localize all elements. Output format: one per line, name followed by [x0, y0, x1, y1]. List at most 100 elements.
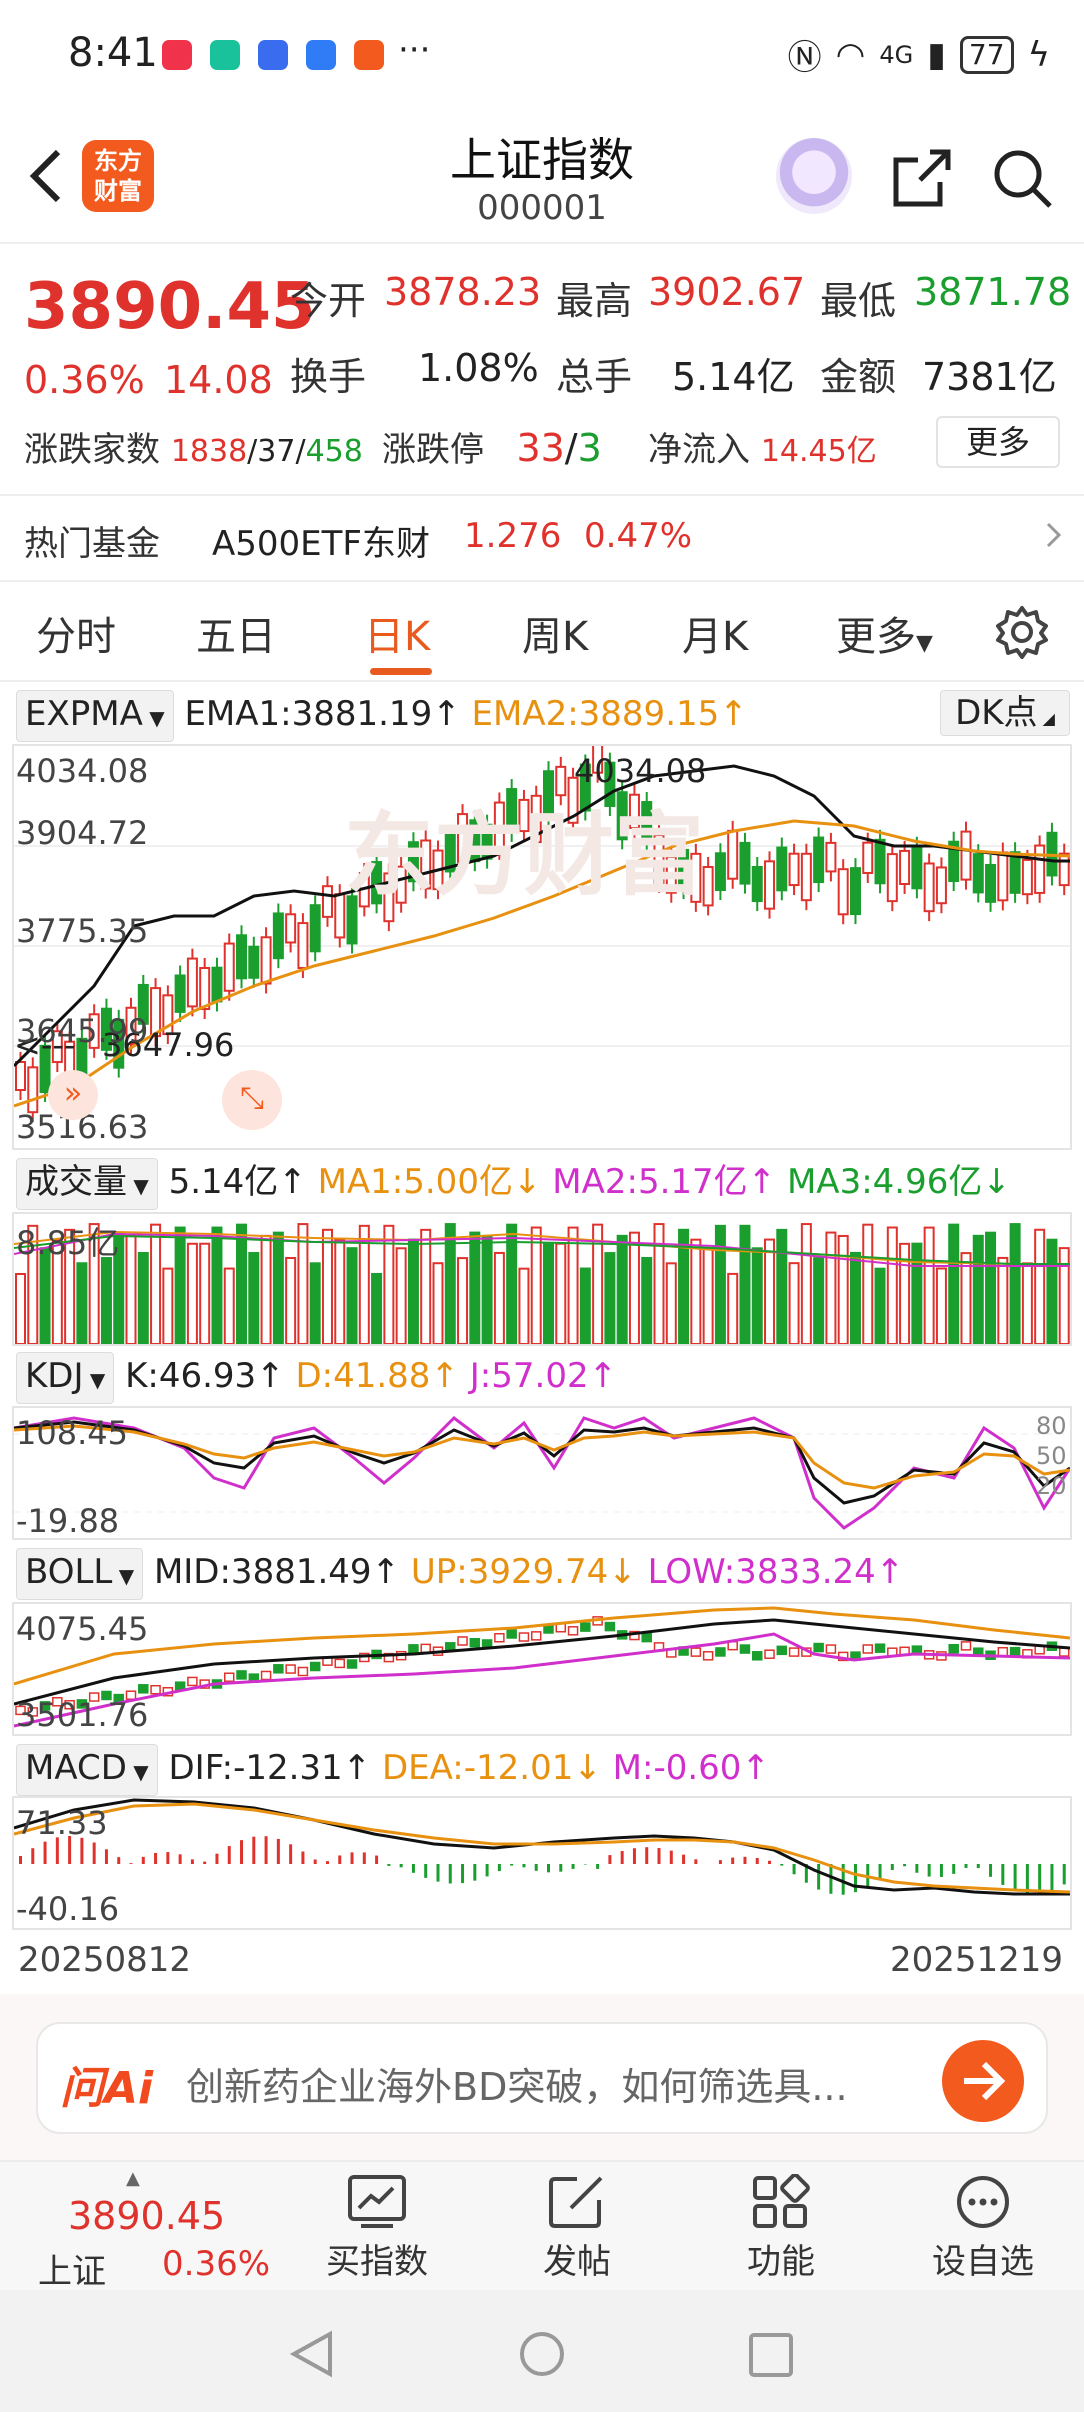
macd-chart: 71.33 -40.16: [12, 1796, 1072, 1930]
boll-candle: [604, 1621, 616, 1632]
limit-stats: 涨跌停 33/3: [382, 426, 602, 470]
volume-bar: [837, 1234, 849, 1344]
wifi-icon: ◠: [835, 34, 866, 75]
kdj-d-line: [14, 1424, 1070, 1490]
candle: [813, 836, 825, 884]
dk-point-button[interactable]: DK点 ◢: [940, 690, 1070, 736]
more-button[interactable]: 更多: [936, 416, 1060, 468]
ai-ask-bar[interactable]: 问Ai 创新药企业海外BD突破，如何筛选具...: [36, 2022, 1048, 2134]
app-notification-icon: [258, 40, 288, 70]
volume-bar: [739, 1224, 751, 1344]
candle: [1009, 851, 1021, 894]
volume-bar: [800, 1223, 812, 1344]
macd-indicator-select[interactable]: MACD ▼: [16, 1744, 158, 1796]
tab-five-day[interactable]: 五日: [196, 604, 276, 662]
volume-bar: [407, 1238, 419, 1344]
edit-pencil-icon: [549, 2176, 603, 2228]
settings-gear-icon[interactable]: [994, 604, 1050, 660]
volume-bar: [702, 1247, 714, 1344]
boll-candle: [764, 1649, 775, 1659]
volume-bar: [248, 1252, 260, 1344]
candle: [776, 846, 788, 892]
candle: [1021, 858, 1033, 896]
search-icon[interactable]: [990, 146, 1054, 210]
boll-candle: [506, 1629, 517, 1639]
candle: [985, 863, 997, 903]
candle: [849, 867, 861, 916]
boll-indicator-row: BOLL ▼ MID:3881.49↑ UP:3929.74↓ LOW:3833…: [16, 1548, 904, 1600]
nav-buy-index[interactable]: 买指数: [302, 2174, 452, 2283]
kline-chart[interactable]: 4034.08 <--- 3647.96 东方财富 4034.08 3904.7…: [12, 744, 1072, 1150]
ai-robot-icon[interactable]: [776, 138, 852, 214]
candle: [321, 885, 333, 918]
kline-y-2: 3904.72: [16, 814, 149, 852]
volume-bar: [174, 1226, 186, 1344]
nav-functions[interactable]: 功能: [706, 2173, 856, 2283]
boll-candle: [813, 1642, 824, 1653]
boll-candle: [236, 1670, 247, 1680]
tab-weekly-k[interactable]: 周K: [522, 604, 588, 662]
volume-chart: 8.85亿: [12, 1212, 1072, 1346]
kline-indicator-row: EXPMA ▼ EMA1:3881.19↑ EMA2:3889.15↑: [16, 690, 748, 742]
nav-add-watchlist[interactable]: 设自选: [908, 2174, 1058, 2283]
hot-fund-name[interactable]: A500ETF东财: [212, 516, 430, 565]
turnover-value: 1.08%: [418, 346, 539, 390]
share-icon[interactable]: [890, 146, 954, 210]
boll-candle: [751, 1651, 763, 1661]
last-price: 3890.45: [24, 270, 316, 344]
boll-candle: [960, 1641, 972, 1651]
fullscreen-icon[interactable]: ⤡: [222, 1070, 282, 1130]
kdj-chart: 108.45 -19.88 80 50 20: [12, 1406, 1072, 1540]
volume-bar: [150, 1223, 162, 1344]
expand-left-icon[interactable]: »: [48, 1070, 98, 1120]
volume-bar: [776, 1228, 788, 1344]
volume-bar: [592, 1223, 604, 1344]
chevron-right-icon[interactable]: [1044, 520, 1064, 550]
kdj-indicator-select[interactable]: KDJ ▼: [16, 1352, 115, 1404]
nav-home-icon[interactable]: [518, 2330, 566, 2378]
candle: [874, 838, 886, 885]
volume-bar: [432, 1262, 444, 1344]
volume-indicator-select[interactable]: 成交量 ▼: [16, 1158, 158, 1210]
volume-bar: [321, 1228, 333, 1344]
volume-bar: [285, 1257, 297, 1344]
volume-indicator-row: 成交量 ▼ 5.14亿↑ MA1:5.00亿↓ MA2:5.17亿↑ MA3:4…: [16, 1158, 1011, 1210]
status-icons: Ⓝ ◠ 4G ▮ 77 ϟ: [788, 30, 1050, 79]
boll-chart: 4075.45 3501.76: [12, 1602, 1072, 1736]
tab-monthly-k[interactable]: 月K: [682, 604, 748, 662]
volume-bar: [825, 1231, 837, 1344]
amount-value: 7381亿: [922, 355, 1057, 399]
tab-more[interactable]: 更多▼: [836, 604, 933, 662]
ai-send-button[interactable]: [942, 2040, 1024, 2122]
volume-bar: [236, 1223, 248, 1344]
nfc-icon: Ⓝ: [787, 38, 822, 78]
ai-prompt-text[interactable]: 创新药企业海外BD突破，如何筛选具...: [186, 2056, 848, 2111]
candle: [997, 851, 1009, 902]
boll-candle: [297, 1666, 309, 1677]
boll-candle: [334, 1658, 346, 1669]
bottom-nav: ▲ 3890.45 上证 0.36% 买指数 发帖 功能 设自选: [0, 2160, 1084, 2292]
boll-candle: [530, 1631, 542, 1641]
boll-indicator-select[interactable]: BOLL ▼: [16, 1548, 144, 1600]
change-value: 14.08: [164, 358, 273, 402]
boll-candle: [273, 1664, 284, 1674]
boll-candle: [469, 1637, 481, 1648]
divider: [0, 680, 1084, 682]
candle: [211, 966, 223, 1003]
tab-daily-k[interactable]: 日K: [364, 604, 430, 662]
volume-bar: [923, 1226, 935, 1344]
kline-indicator-select[interactable]: EXPMA ▼: [16, 690, 174, 742]
boll-candle: [715, 1647, 726, 1657]
nav-recents-icon[interactable]: [748, 2332, 794, 2378]
nav-back-icon[interactable]: [290, 2330, 334, 2378]
tab-minute[interactable]: 分时: [36, 604, 116, 662]
nav-post[interactable]: 发帖: [502, 2174, 652, 2283]
boll-candle: [223, 1672, 235, 1682]
candle: [555, 765, 567, 797]
status-bar: 8:41 ··· Ⓝ ◠ 4G ▮ 77 ϟ: [0, 0, 1084, 110]
boll-candle: [150, 1684, 161, 1695]
boll-up-line: [14, 1606, 1070, 1686]
volume-bar: [1046, 1238, 1058, 1344]
kdj-ref-50: 50: [1036, 1442, 1067, 1470]
volume-bar: [764, 1238, 776, 1344]
